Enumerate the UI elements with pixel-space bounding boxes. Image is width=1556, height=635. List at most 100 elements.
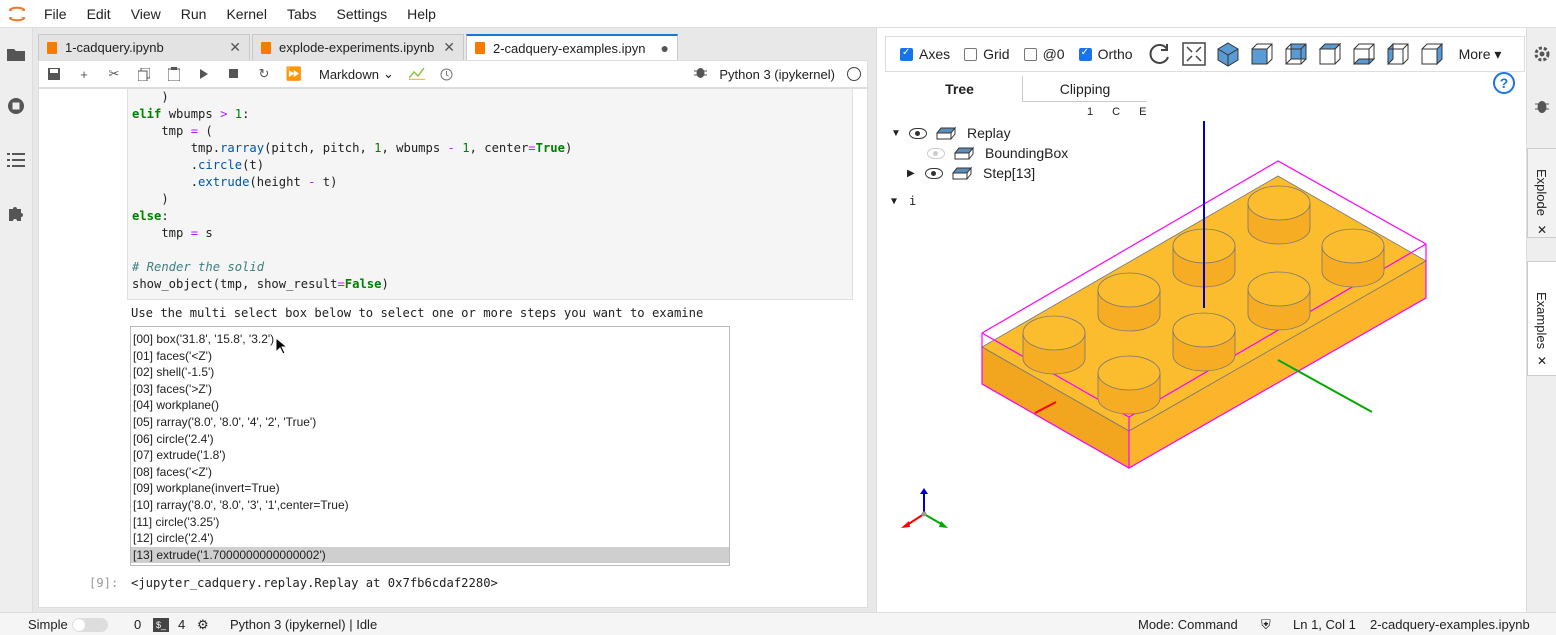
kernel-status-icon: [847, 67, 861, 81]
bug-icon[interactable]: [1532, 96, 1552, 116]
front-view-icon[interactable]: [1249, 41, 1275, 67]
left-view-icon[interactable]: [1385, 41, 1411, 67]
cell-type-select[interactable]: Markdown ⌄: [319, 66, 394, 82]
terminal-icon: $_: [153, 618, 169, 632]
checkbox-icon: [1023, 47, 1037, 61]
step-option[interactable]: [08] faces('<Z'): [131, 464, 729, 481]
menu-tabs[interactable]: Tabs: [277, 0, 327, 28]
steps-multiselect[interactable]: [00] box('31.8', '15.8', '3.2') [01] fac…: [130, 326, 730, 566]
stud: [1247, 271, 1311, 331]
iso-view-icon[interactable]: [1215, 41, 1241, 67]
stud: [1247, 185, 1311, 245]
menu-edit[interactable]: Edit: [77, 0, 121, 28]
step-option[interactable]: [04] workplane(): [131, 397, 729, 414]
bug-icon[interactable]: [694, 66, 707, 82]
tab-clipping[interactable]: Clipping: [1022, 76, 1147, 102]
extensions-icon[interactable]: [6, 203, 26, 223]
kernel-name[interactable]: Python 3 (ipykernel): [719, 67, 835, 82]
step-option[interactable]: [05] rarray('8.0', '8.0', '4', '2', 'Tru…: [131, 414, 729, 431]
notebook-panel: ) elif wbumps > 1: tmp = ( tmp.rarray(pi…: [38, 88, 868, 608]
running-icon[interactable]: [6, 96, 26, 116]
grid-checkbox[interactable]: Grid: [964, 46, 1010, 62]
kernel-count[interactable]: 4: [178, 617, 185, 632]
3d-scene-canvas[interactable]: [877, 108, 1527, 588]
more-button[interactable]: More ▾: [1459, 46, 1502, 63]
save-icon[interactable]: [39, 61, 69, 87]
run-icon[interactable]: [189, 61, 219, 87]
tab-explode[interactable]: Explode ✕: [1527, 148, 1556, 238]
step-option[interactable]: [11] circle('3.25'): [131, 514, 729, 531]
tab-tree[interactable]: Tree: [897, 76, 1022, 102]
step-option[interactable]: [06] circle('2.4'): [131, 431, 729, 448]
close-icon[interactable]: ✕: [443, 39, 455, 56]
rear-view-icon[interactable]: [1283, 41, 1309, 67]
menu-file[interactable]: File: [34, 0, 77, 28]
checkbox-checked-icon: [900, 47, 913, 61]
menu-run[interactable]: Run: [171, 0, 217, 28]
tab-examples[interactable]: Examples ✕: [1527, 261, 1556, 376]
notebook-icon: [261, 41, 271, 54]
bottom-view-icon[interactable]: [1351, 41, 1377, 67]
help-icon[interactable]: ?: [1493, 72, 1515, 94]
restart-icon[interactable]: ↻: [249, 61, 279, 87]
cut-icon[interactable]: ✂: [99, 61, 129, 87]
output-repr: <jupyter_cadquery.replay.Replay at 0x7fb…: [131, 576, 498, 590]
chart-icon[interactable]: [402, 61, 432, 87]
terminal-count[interactable]: 0: [134, 617, 141, 632]
add-cell-icon[interactable]: +: [69, 61, 99, 87]
cursor-position[interactable]: Ln 1, Col 1: [1293, 617, 1356, 632]
fast-forward-icon[interactable]: ⏩: [279, 61, 309, 87]
tab-1-cadquery[interactable]: 1-cadquery.ipynb ✕: [38, 34, 250, 60]
step-option[interactable]: [02] shell('-1.5'): [131, 364, 729, 381]
step-option[interactable]: [07] extrude('1.8'): [131, 447, 729, 464]
simple-mode-toggle[interactable]: [72, 618, 108, 632]
step-option[interactable]: [01] faces('<Z'): [131, 348, 729, 365]
jupyter-logo-icon[interactable]: [0, 0, 34, 28]
kernel-status[interactable]: Python 3 (ipykernel) | Idle: [230, 617, 377, 632]
step-option[interactable]: [10] rarray('8.0', '8.0', '3', '1',cente…: [131, 497, 729, 514]
stud: [1321, 228, 1385, 288]
fit-view-icon[interactable]: [1181, 41, 1207, 67]
copy-icon[interactable]: [129, 61, 159, 87]
code-cell[interactable]: ) elif wbumps > 1: tmp = ( tmp.rarray(pi…: [127, 89, 853, 300]
tab-2-cadquery-examples[interactable]: 2-cadquery-examples.ipyn ●: [466, 34, 678, 60]
tab-label: 1-cadquery.ipynb: [65, 40, 164, 55]
at0-checkbox[interactable]: @0: [1023, 46, 1065, 62]
checkbox-checked-icon: [1078, 47, 1092, 61]
tab-label: 2-cadquery-examples.ipyn: [493, 40, 646, 56]
toc-icon[interactable]: [6, 150, 26, 170]
menubar: File Edit View Run Kernel Tabs Settings …: [0, 0, 1556, 28]
folder-icon[interactable]: [6, 44, 26, 64]
tab-explode-experiments[interactable]: explode-experiments.ipynb ✕: [252, 34, 464, 60]
kernel-chip-icon: ⚙: [197, 617, 209, 632]
reset-view-icon[interactable]: [1147, 41, 1173, 67]
menu-view[interactable]: View: [121, 0, 171, 28]
close-icon[interactable]: ✕: [229, 39, 241, 56]
document-tabs: 1-cadquery.ipynb ✕ explode-experiments.i…: [38, 34, 868, 60]
step-option[interactable]: [12] circle('2.4'): [131, 530, 729, 547]
step-option[interactable]: [03] faces('>Z'): [131, 381, 729, 398]
unsaved-dot-icon[interactable]: ●: [661, 40, 669, 56]
stop-icon[interactable]: [219, 61, 249, 87]
settings-gear-icon[interactable]: [1532, 44, 1552, 64]
status-bar: Simple 0 $_ 4 ⚙ Python 3 (ipykernel) | I…: [0, 612, 1556, 635]
close-icon[interactable]: ✕: [1537, 223, 1547, 237]
paste-icon[interactable]: [159, 61, 189, 87]
right-sidebar: Explode ✕ Examples ✕: [1526, 28, 1556, 612]
shield-icon[interactable]: ⛨: [1261, 617, 1271, 633]
output-prompt: [9]:: [89, 576, 119, 590]
axes-checkbox[interactable]: Axes: [900, 46, 950, 62]
top-view-icon[interactable]: [1317, 41, 1343, 67]
menu-help[interactable]: Help: [397, 0, 446, 28]
menu-settings[interactable]: Settings: [327, 0, 398, 28]
close-icon[interactable]: ✕: [1537, 354, 1547, 368]
right-view-icon[interactable]: [1419, 41, 1445, 67]
menu-kernel[interactable]: Kernel: [216, 0, 276, 28]
code-line: tmp.rarray(pitch, pitch, 1, wbumps - 1, …: [132, 141, 573, 155]
clock-icon[interactable]: [432, 61, 462, 87]
step-option-selected[interactable]: [13] extrude('1.7000000000000002'): [131, 546, 729, 564]
step-option[interactable]: [09] workplane(invert=True): [131, 480, 729, 497]
code-line: .circle(t): [132, 158, 265, 172]
step-option[interactable]: [00] box('31.8', '15.8', '3.2'): [131, 331, 729, 348]
ortho-checkbox[interactable]: Ortho: [1078, 46, 1133, 62]
